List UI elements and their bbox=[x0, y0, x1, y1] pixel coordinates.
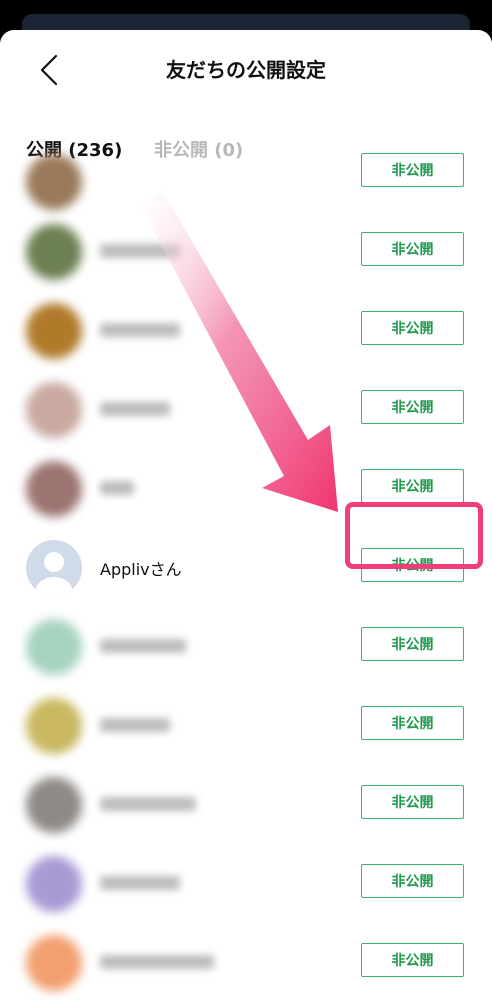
avatar bbox=[26, 154, 82, 210]
blurred-name bbox=[100, 639, 186, 653]
avatar bbox=[26, 619, 82, 675]
make-private-button[interactable]: 非公開 bbox=[361, 706, 464, 740]
make-private-button[interactable]: 非公開 bbox=[361, 469, 464, 503]
avatar bbox=[26, 382, 82, 438]
highlight-box bbox=[345, 502, 483, 569]
blurred-name bbox=[100, 481, 134, 495]
avatar bbox=[26, 856, 82, 912]
blurred-name bbox=[100, 402, 170, 416]
blurred-name bbox=[100, 718, 170, 732]
make-private-button[interactable]: 非公開 bbox=[361, 785, 464, 819]
make-private-button[interactable]: 非公開 bbox=[361, 153, 464, 187]
make-private-button[interactable]: 非公開 bbox=[361, 390, 464, 424]
list-item: 非公開 bbox=[0, 212, 492, 291]
avatar bbox=[26, 935, 82, 991]
list-item: 非公開 bbox=[0, 142, 492, 221]
blurred-name bbox=[100, 797, 196, 811]
blurred-name bbox=[100, 876, 180, 890]
list-item: 非公開 bbox=[0, 686, 492, 765]
page-title: 友だちの公開設定 bbox=[166, 58, 326, 82]
friend-name: Applivさん bbox=[100, 560, 182, 579]
list-item: 非公開 bbox=[0, 607, 492, 686]
make-private-button[interactable]: 非公開 bbox=[361, 864, 464, 898]
default-avatar-icon bbox=[26, 540, 82, 596]
avatar bbox=[26, 777, 82, 833]
blurred-name bbox=[100, 955, 214, 969]
make-private-button[interactable]: 非公開 bbox=[361, 627, 464, 661]
avatar bbox=[26, 461, 82, 517]
list-item: 非公開 bbox=[0, 291, 492, 370]
make-private-button[interactable]: 非公開 bbox=[361, 943, 464, 977]
avatar bbox=[26, 698, 82, 754]
make-private-button[interactable]: 非公開 bbox=[361, 311, 464, 345]
blurred-name bbox=[100, 244, 180, 258]
avatar bbox=[26, 303, 82, 359]
list-item: 非公開 bbox=[0, 765, 492, 844]
list-item: 非公開 bbox=[0, 844, 492, 923]
list-item: 非公開 bbox=[0, 923, 492, 1000]
header: 友だちの公開設定 bbox=[0, 30, 492, 106]
list-item: 非公開 bbox=[0, 370, 492, 449]
make-private-button[interactable]: 非公開 bbox=[361, 232, 464, 266]
avatar bbox=[26, 224, 82, 280]
blurred-name bbox=[100, 323, 180, 337]
